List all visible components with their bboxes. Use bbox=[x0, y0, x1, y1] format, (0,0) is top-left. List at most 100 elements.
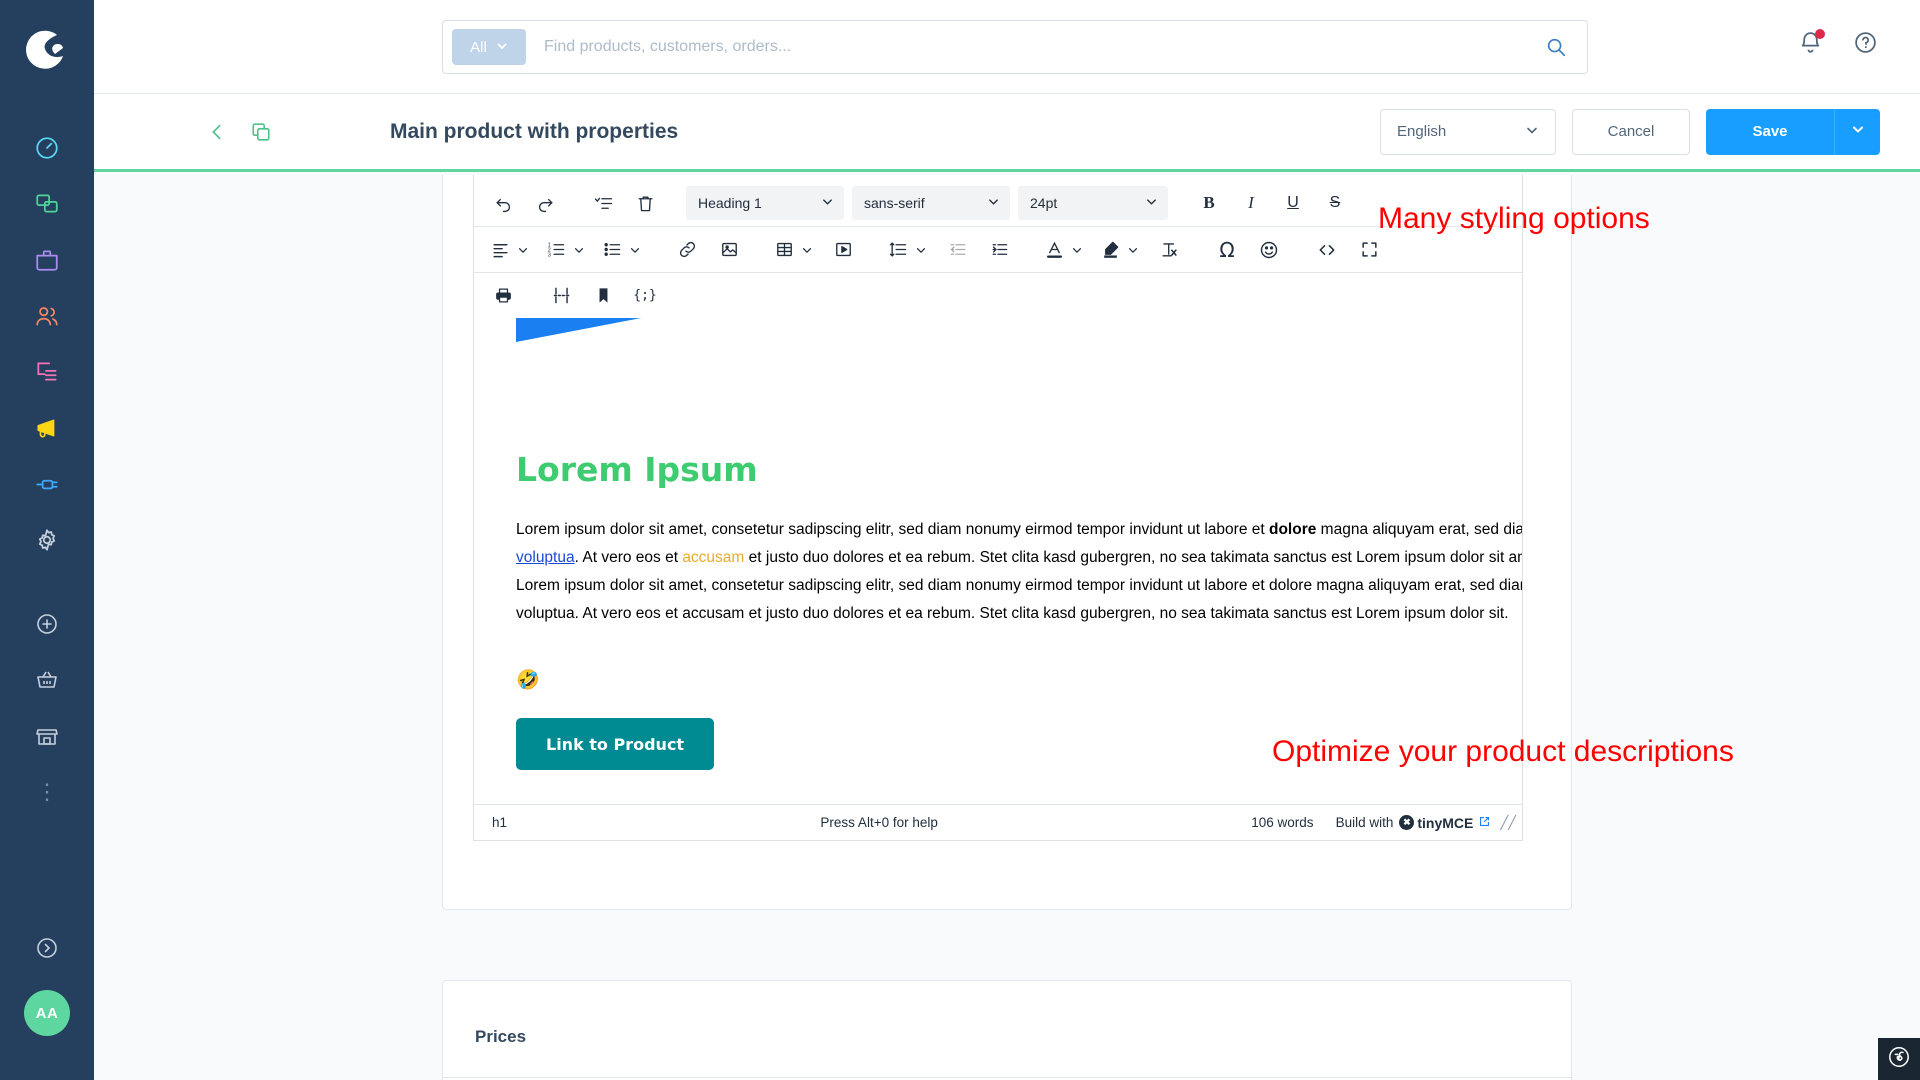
chevron-left-icon[interactable] bbox=[206, 121, 228, 143]
font-family-value: sans-serif bbox=[864, 195, 925, 211]
code-icon[interactable] bbox=[1307, 233, 1347, 267]
sidebar-item-catalogues[interactable] bbox=[0, 176, 94, 232]
save-dropdown-button[interactable] bbox=[1834, 108, 1880, 155]
sidebar-primary-nav bbox=[0, 120, 94, 568]
symfony-toolbar-button[interactable] bbox=[1878, 1038, 1920, 1080]
indent-icon[interactable] bbox=[979, 233, 1019, 267]
font-size-value: 24pt bbox=[1030, 195, 1058, 211]
description-card: File Edit View Insert Format Tools Table… bbox=[442, 175, 1572, 910]
block-format-select[interactable]: Heading 1 bbox=[686, 186, 844, 220]
sidebar-item-content[interactable] bbox=[0, 344, 94, 400]
chevron-down-icon bbox=[496, 39, 508, 56]
underline-button[interactable]: U bbox=[1273, 186, 1313, 220]
bold-button[interactable]: B bbox=[1189, 186, 1229, 220]
text-color-split-button[interactable] bbox=[1037, 233, 1091, 267]
unordered-list-split-button[interactable] bbox=[595, 233, 649, 267]
page-break-icon[interactable] bbox=[541, 279, 581, 313]
gear-icon bbox=[34, 527, 60, 553]
duplicate-icon[interactable] bbox=[250, 121, 272, 143]
font-family-select[interactable]: sans-serif bbox=[852, 186, 1010, 220]
sidebar-item-basket[interactable] bbox=[0, 652, 94, 708]
highlight-icon[interactable] bbox=[1093, 233, 1127, 267]
bookmark-icon[interactable] bbox=[583, 279, 623, 313]
search-scope-select[interactable]: All bbox=[452, 29, 526, 65]
question-circle-icon[interactable] bbox=[1853, 30, 1878, 55]
editor-content-area[interactable]: Lorem Ipsum Lorem ipsum dolor sit amet, … bbox=[474, 318, 1522, 804]
chevron-down-icon bbox=[517, 244, 533, 256]
strikethrough-button[interactable]: S bbox=[1315, 186, 1355, 220]
redo-icon[interactable] bbox=[525, 186, 565, 220]
chevron-circle-right-icon bbox=[35, 936, 59, 960]
search-icon[interactable] bbox=[1545, 36, 1567, 58]
bell-icon[interactable] bbox=[1798, 29, 1825, 55]
block-format-value: Heading 1 bbox=[698, 195, 762, 211]
sidebar-more-button[interactable]: ⋮ bbox=[0, 764, 94, 820]
tinymce-logo: ✖ tinyMCE bbox=[1399, 815, 1473, 831]
sidebar-item-settings[interactable] bbox=[0, 512, 94, 568]
chevron-down-icon bbox=[821, 195, 834, 211]
trash-icon[interactable] bbox=[625, 186, 665, 220]
unordered-list-icon[interactable] bbox=[595, 233, 629, 267]
paragraph-text-1: Lorem ipsum dolor sit amet, consetetur s… bbox=[516, 521, 1269, 538]
emoji-icon[interactable] bbox=[1249, 233, 1289, 267]
clear-format-icon[interactable] bbox=[1149, 233, 1189, 267]
align-left-icon[interactable] bbox=[483, 233, 517, 267]
avatar[interactable]: AA bbox=[24, 990, 70, 1036]
ordered-list-split-button[interactable]: 123 bbox=[539, 233, 593, 267]
editor-resize-handle[interactable]: ╱╱ bbox=[1500, 815, 1516, 831]
line-height-split-button[interactable] bbox=[881, 233, 935, 267]
language-select[interactable]: English bbox=[1380, 108, 1556, 155]
sidebar-collapse-button[interactable] bbox=[0, 920, 94, 976]
align-split-button[interactable] bbox=[483, 233, 537, 267]
sidebar-item-orders[interactable] bbox=[0, 232, 94, 288]
editor-toolbar-row-3: {;} bbox=[474, 272, 1522, 318]
editor-toolbar-row-2: 123 Ω bbox=[474, 226, 1522, 272]
word-count[interactable]: 106 words bbox=[1251, 815, 1313, 830]
sidebar-item-customers[interactable] bbox=[0, 288, 94, 344]
paragraph-link[interactable]: voluptua bbox=[516, 549, 575, 566]
sidebar-item-marketing[interactable] bbox=[0, 400, 94, 456]
table-split-button[interactable] bbox=[767, 233, 821, 267]
media-icon[interactable] bbox=[823, 233, 863, 267]
shopware-logo[interactable] bbox=[23, 26, 71, 74]
undo-icon[interactable] bbox=[483, 186, 523, 220]
element-path[interactable]: h1 bbox=[492, 815, 507, 830]
table-icon[interactable] bbox=[767, 233, 801, 267]
paragraph-text-3: . At vero eos et bbox=[574, 549, 683, 566]
smart-bar: Main product with properties English Can… bbox=[94, 94, 1920, 172]
text-color-icon[interactable] bbox=[1037, 233, 1071, 267]
sidebar-item-store[interactable] bbox=[0, 708, 94, 764]
paragraph-bold: dolore bbox=[1268, 521, 1317, 538]
ordered-list-icon[interactable]: 123 bbox=[539, 233, 573, 267]
prices-card-divider bbox=[443, 1077, 1571, 1078]
outdent-icon[interactable] bbox=[937, 233, 977, 267]
cancel-button[interactable]: Cancel bbox=[1572, 108, 1690, 155]
chevron-down-icon bbox=[1525, 123, 1539, 141]
tinymce-branding[interactable]: Build with ✖ tinyMCE bbox=[1336, 815, 1491, 831]
code-sample-icon[interactable]: {;} bbox=[625, 279, 665, 313]
sidebar-item-dashboard[interactable] bbox=[0, 120, 94, 176]
image-icon[interactable] bbox=[709, 233, 749, 267]
line-height-icon[interactable] bbox=[881, 233, 915, 267]
editor-toolbar-row-1: Heading 1 sans-serif 24pt B I U S bbox=[474, 180, 1522, 226]
omega-icon[interactable]: Ω bbox=[1207, 233, 1247, 267]
sidebar-item-extensions[interactable] bbox=[0, 456, 94, 512]
save-button[interactable]: Save bbox=[1706, 108, 1834, 155]
notification-badge bbox=[1815, 29, 1825, 39]
prices-card-title: Prices bbox=[475, 1027, 527, 1046]
link-icon[interactable] bbox=[667, 233, 707, 267]
fullscreen-icon[interactable] bbox=[1349, 233, 1389, 267]
sidebar-item-add[interactable] bbox=[0, 596, 94, 652]
italic-button[interactable]: I bbox=[1231, 186, 1271, 220]
printer-icon[interactable] bbox=[483, 279, 523, 313]
language-select-value: English bbox=[1397, 123, 1447, 140]
chevron-down-icon bbox=[915, 244, 931, 256]
document-emoji: 🤣 bbox=[516, 670, 540, 691]
search-input[interactable] bbox=[544, 38, 1545, 56]
highlight-color-split-button[interactable] bbox=[1093, 233, 1147, 267]
formats-icon[interactable] bbox=[583, 186, 623, 220]
link-to-product-button[interactable]: Link to Product bbox=[516, 718, 715, 770]
font-size-select[interactable]: 24pt bbox=[1018, 186, 1168, 220]
editor-help-text[interactable]: Press Alt+0 for help bbox=[820, 815, 937, 830]
top-bar: All bbox=[94, 0, 1920, 94]
